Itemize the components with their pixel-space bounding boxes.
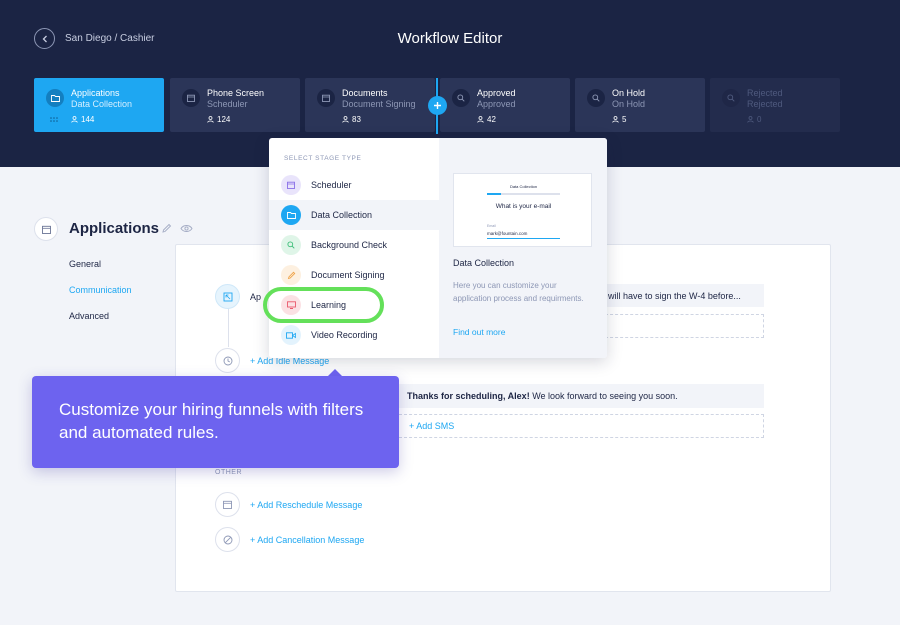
stage-type-video-recording[interactable]: Video Recording: [269, 320, 439, 350]
calendar-icon: [215, 492, 240, 517]
other-section-label: OTHER: [215, 469, 242, 476]
stage-card-approved[interactable]: Approved Approved 42: [440, 78, 570, 132]
person-icon: [477, 116, 484, 123]
callout-text: Customize your hiring funnels with filte…: [59, 400, 364, 442]
page-title: Applications: [69, 220, 160, 237]
add-reschedule-message-link[interactable]: + Add Reschedule Message: [250, 500, 362, 510]
stage-count: 83: [342, 115, 361, 124]
stage-card-documents[interactable]: Documents Document Signing 83: [305, 78, 435, 132]
page-header-title: Workflow Editor: [397, 30, 503, 47]
stage-count: 124: [207, 115, 230, 124]
learning-highlight-ring: [263, 287, 384, 323]
stage-card-rejected[interactable]: Rejected Rejected 0: [710, 78, 840, 132]
stage-count: 5: [612, 115, 626, 124]
pen-icon: [281, 265, 301, 285]
callout-arrow: [328, 369, 342, 376]
drag-handle-icon[interactable]: [50, 117, 58, 122]
stage-card-on-hold[interactable]: On Hold On Hold 5: [575, 78, 705, 132]
stage-count: 42: [477, 115, 496, 124]
search-icon: [452, 89, 470, 107]
eye-icon[interactable]: [180, 224, 193, 233]
calendar-icon: [34, 217, 58, 241]
add-stage-button[interactable]: [428, 96, 447, 115]
side-nav-communication[interactable]: Communication: [69, 285, 132, 311]
message-icon: [215, 284, 240, 309]
search-icon: [587, 89, 605, 107]
person-icon: [71, 116, 78, 123]
stage-type-data-collection[interactable]: Data Collection: [269, 200, 439, 230]
calendar-icon: [281, 175, 301, 195]
scheduling-message[interactable]: Thanks for scheduling, Alex! We look for…: [399, 384, 764, 408]
dropdown-label: SELECT STAGE TYPE: [284, 155, 362, 162]
search-icon: [281, 235, 301, 255]
stage-card-phone-screen[interactable]: Phone Screen Scheduler 124: [170, 78, 300, 132]
stage-type-background-check[interactable]: Background Check: [269, 230, 439, 260]
add-message-slot[interactable]: [600, 314, 764, 338]
person-icon: [207, 116, 214, 123]
stage-type-scheduler[interactable]: Scheduler: [269, 170, 439, 200]
detail-description: Here you can customize your application …: [453, 281, 584, 303]
folder-icon: [46, 89, 64, 107]
stage-count: 144: [71, 115, 94, 124]
stage-count: 0: [747, 115, 761, 124]
settings-side-nav: General Communication Advanced: [69, 259, 132, 337]
find-out-more-link[interactable]: Find out more: [453, 327, 505, 337]
person-icon: [612, 116, 619, 123]
side-nav-general[interactable]: General: [69, 259, 132, 285]
side-nav-advanced[interactable]: Advanced: [69, 311, 132, 337]
stage-type-dropdown: SELECT STAGE TYPE Scheduler Data Collect…: [269, 138, 607, 358]
folder-icon: [281, 205, 301, 225]
stage-card-applications[interactable]: Applications Data Collection 144: [34, 78, 164, 132]
person-icon: [747, 116, 754, 123]
pencil-icon[interactable]: [161, 223, 172, 234]
cancel-icon: [215, 527, 240, 552]
detail-title: Data Collection: [453, 258, 515, 268]
person-icon: [342, 116, 349, 123]
preview-progress: [487, 193, 501, 195]
stage-type-document-signing[interactable]: Document Signing: [269, 260, 439, 290]
clock-icon: [215, 348, 240, 373]
calendar-icon: [317, 89, 335, 107]
add-cancellation-message-link[interactable]: + Add Cancellation Message: [250, 535, 364, 545]
promo-callout: Customize your hiring funnels with filte…: [32, 376, 399, 468]
calendar-icon: [182, 89, 200, 107]
stage-preview-thumbnail: Data Collection What is your e-mail Emai…: [453, 173, 592, 247]
plus-icon: [434, 102, 441, 109]
add-sms-button[interactable]: + Add SMS: [399, 414, 764, 438]
search-icon: [722, 89, 740, 107]
video-icon: [281, 325, 301, 345]
message-label-partial: Ap: [250, 292, 262, 302]
stage-type-detail-panel: [439, 138, 607, 358]
w4-message[interactable]: will have to sign the W-4 before...: [600, 284, 764, 307]
